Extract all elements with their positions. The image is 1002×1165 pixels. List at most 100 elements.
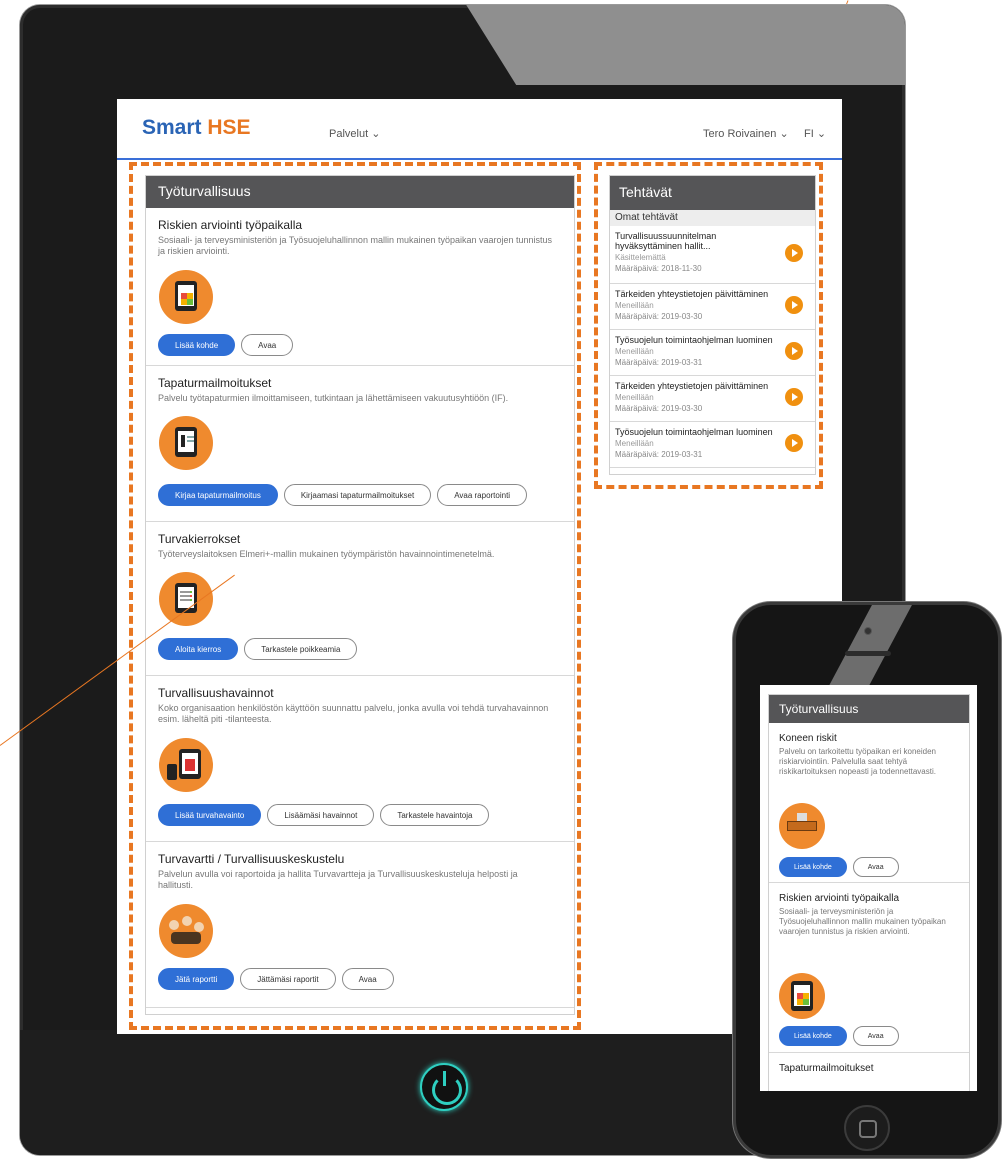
service-card-safety-talk: Turvavartti / Turvallisuuskeskustelu Pal… [146,842,574,1008]
service-description: Sosiaali- ja terveysministeriön ja Työsu… [158,235,553,256]
service-title: Turvavartti / Turvallisuuskeskustelu [158,852,345,866]
service-actions: Lisää kohde Avaa [779,857,899,877]
task-title: Työsuojelun toimintaohjelman luominen [615,427,773,437]
service-card-safety-rounds: Turvakierrokset Työterveyslaitoksen Elme… [146,522,574,676]
my-reports-button[interactable]: Jättämäsi raportit [240,968,336,990]
service-card-risk-assessment: Riskien arviointi työpaikalla Sosiaali- … [769,883,969,1053]
service-card-machine-risks: Koneen riskit Palvelu on tarkoitettu työ… [769,723,969,883]
task-status: Meneillään [615,347,654,356]
header-divider [117,158,842,160]
my-accident-reports-button[interactable]: Kirjaamasi tapaturmailmoitukset [283,484,432,506]
play-arrow-icon[interactable] [785,388,803,406]
phone-glare [824,605,928,695]
phone-screen: Työturvallisuus Koneen riskit Palvelu on… [760,685,977,1091]
task-item[interactable]: Turvallisuussuunnitelman hyväksyttäminen… [610,226,815,284]
service-actions: Kirjaa tapaturmailmoitus Kirjaamasi tapa… [158,484,528,506]
my-tasks-subheader: Omat tehtävät [610,210,815,226]
task-title: Tärkeiden yhteystietojen päivittäminen [615,381,769,391]
phone-panel-title: Työturvallisuus [769,695,969,723]
service-actions: Jätä raportti Jättämäsi raportit Avaa [158,968,394,990]
checklist-tablet-icon [159,572,213,626]
task-status: Meneillään [615,439,654,448]
add-target-button[interactable]: Lisää kohde [779,857,847,877]
phone-services-panel: Työturvallisuus Koneen riskit Palvelu on… [768,694,970,1091]
service-card-risk-assessment: Riskien arviointi työpaikalla Sosiaali- … [146,208,574,366]
top-navigation: Smart HSE Palvelut ⌄ Tero Roivainen ⌄ FI… [117,99,842,160]
service-actions: Lisää kohde Avaa [779,1026,899,1046]
add-target-button[interactable]: Lisää kohde [779,1026,847,1046]
task-status: Meneillään [615,301,654,310]
task-item[interactable]: Tärkeiden yhteystietojen päivittäminen M… [610,376,815,422]
task-item[interactable]: Työsuojelun toimintaohjelman luominen Me… [610,422,815,468]
open-button[interactable]: Avaa [852,857,899,877]
task-title: Työsuojelun toimintaohjelman luominen [615,335,773,345]
task-due-date: Määräpäivä: 2019-03-31 [615,358,703,367]
service-actions: Lisää turvahavainto Lisäämäsi havainnot … [158,804,490,826]
view-observations-button[interactable]: Tarkastele havaintoja [380,804,490,826]
open-button[interactable]: Avaa [852,1026,899,1046]
services-menu-label: Palvelut [329,128,369,140]
language-label: FI [804,128,814,140]
service-title: Riskien arviointi työpaikalla [779,893,900,904]
play-arrow-icon[interactable] [785,244,803,262]
user-menu-label: Tero Roivainen [703,128,777,140]
risk-matrix-tablet-icon [779,973,825,1019]
task-item[interactable]: Tärkeiden yhteystietojen päivittäminen M… [610,284,815,330]
task-item[interactable]: Työsuojelun toimintaohjelman luominen Me… [610,330,815,376]
service-card-accident-reports: Tapaturmailmoitukset [769,1053,969,1091]
chevron-down-icon: ⌄ [779,128,789,140]
user-menu[interactable]: Tero Roivainen ⌄ [703,127,789,140]
services-panel: Työturvallisuus Riskien arviointi työpai… [145,175,575,1015]
language-menu[interactable]: FI ⌄ [804,127,826,140]
service-title: Koneen riskit [779,733,837,744]
report-accident-button[interactable]: Kirjaa tapaturmailmoitus [158,484,278,506]
task-due-date: Määräpäivä: 2019-03-30 [615,404,703,413]
open-button[interactable]: Avaa [241,334,294,356]
speaker-grille [845,651,891,656]
app-logo[interactable]: Smart HSE [142,116,251,140]
my-observations-button[interactable]: Lisäämäsi havainnot [267,804,375,826]
task-status: Käsittelemättä [615,253,666,262]
service-title: Turvakierrokset [158,532,241,546]
group-discussion-icon [159,904,213,958]
task-due-date: Määräpäivä: 2018-11-30 [615,264,702,273]
start-round-button[interactable]: Aloita kierros [158,638,239,660]
submit-report-button[interactable]: Jätä raportti [158,968,235,990]
play-arrow-icon[interactable] [785,342,803,360]
service-description: Palvelu on tarkoitettu työpaikan eri kon… [779,747,936,776]
service-description: Koko organisaation henkilöstön käyttöön … [158,703,549,724]
service-title: Turvallisuushavainnot [158,686,274,700]
add-target-button[interactable]: Lisää kohde [158,334,236,356]
task-title: Turvallisuussuunnitelman hyväksyttäminen… [615,231,717,251]
service-description: Sosiaali- ja terveysministeriön ja Työsu… [779,907,946,936]
service-description: Työterveyslaitoksen Elmeri+-mallin mukai… [158,549,495,559]
service-description: Palvelun avulla voi raportoida ja hallit… [158,869,518,890]
tasks-panel-title: Tehtävät [610,176,815,210]
open-reporting-button[interactable]: Avaa raportointi [437,484,528,506]
open-button[interactable]: Avaa [341,968,394,990]
tablet-glare [460,5,905,85]
tasks-panel: Tehtävät Omat tehtävät Turvallisuussuunn… [609,175,816,475]
chevron-down-icon: ⌄ [816,128,827,140]
injured-person-report-icon [159,416,213,470]
play-arrow-icon[interactable] [785,434,803,452]
service-actions: Lisää kohde Avaa [158,334,294,356]
machine-icon [779,803,825,849]
power-button[interactable] [420,1063,468,1111]
service-title: Tapaturmailmoitukset [158,376,272,390]
task-due-date: Määräpäivä: 2019-03-31 [615,450,703,459]
safety-observation-icon [159,738,213,792]
view-deviations-button[interactable]: Tarkastele poikkeamia [244,638,358,660]
logo-text-smart: Smart [142,116,202,139]
services-panel-title: Työturvallisuus [146,176,574,208]
add-observation-button[interactable]: Lisää turvahavainto [158,804,262,826]
task-title: Tärkeiden yhteystietojen päivittäminen [615,289,769,299]
logo-text-hse: HSE [207,116,251,139]
play-arrow-icon[interactable] [785,296,803,314]
service-card-accident-reports: Tapaturmailmoitukset Palvelu työtapaturm… [146,366,574,522]
home-button[interactable] [844,1105,890,1151]
phone-device: Työturvallisuus Koneen riskit Palvelu on… [733,602,1001,1158]
services-menu[interactable]: Palvelut ⌄ [329,127,380,140]
risk-matrix-tablet-icon [159,270,213,324]
chevron-down-icon: ⌄ [371,128,381,140]
